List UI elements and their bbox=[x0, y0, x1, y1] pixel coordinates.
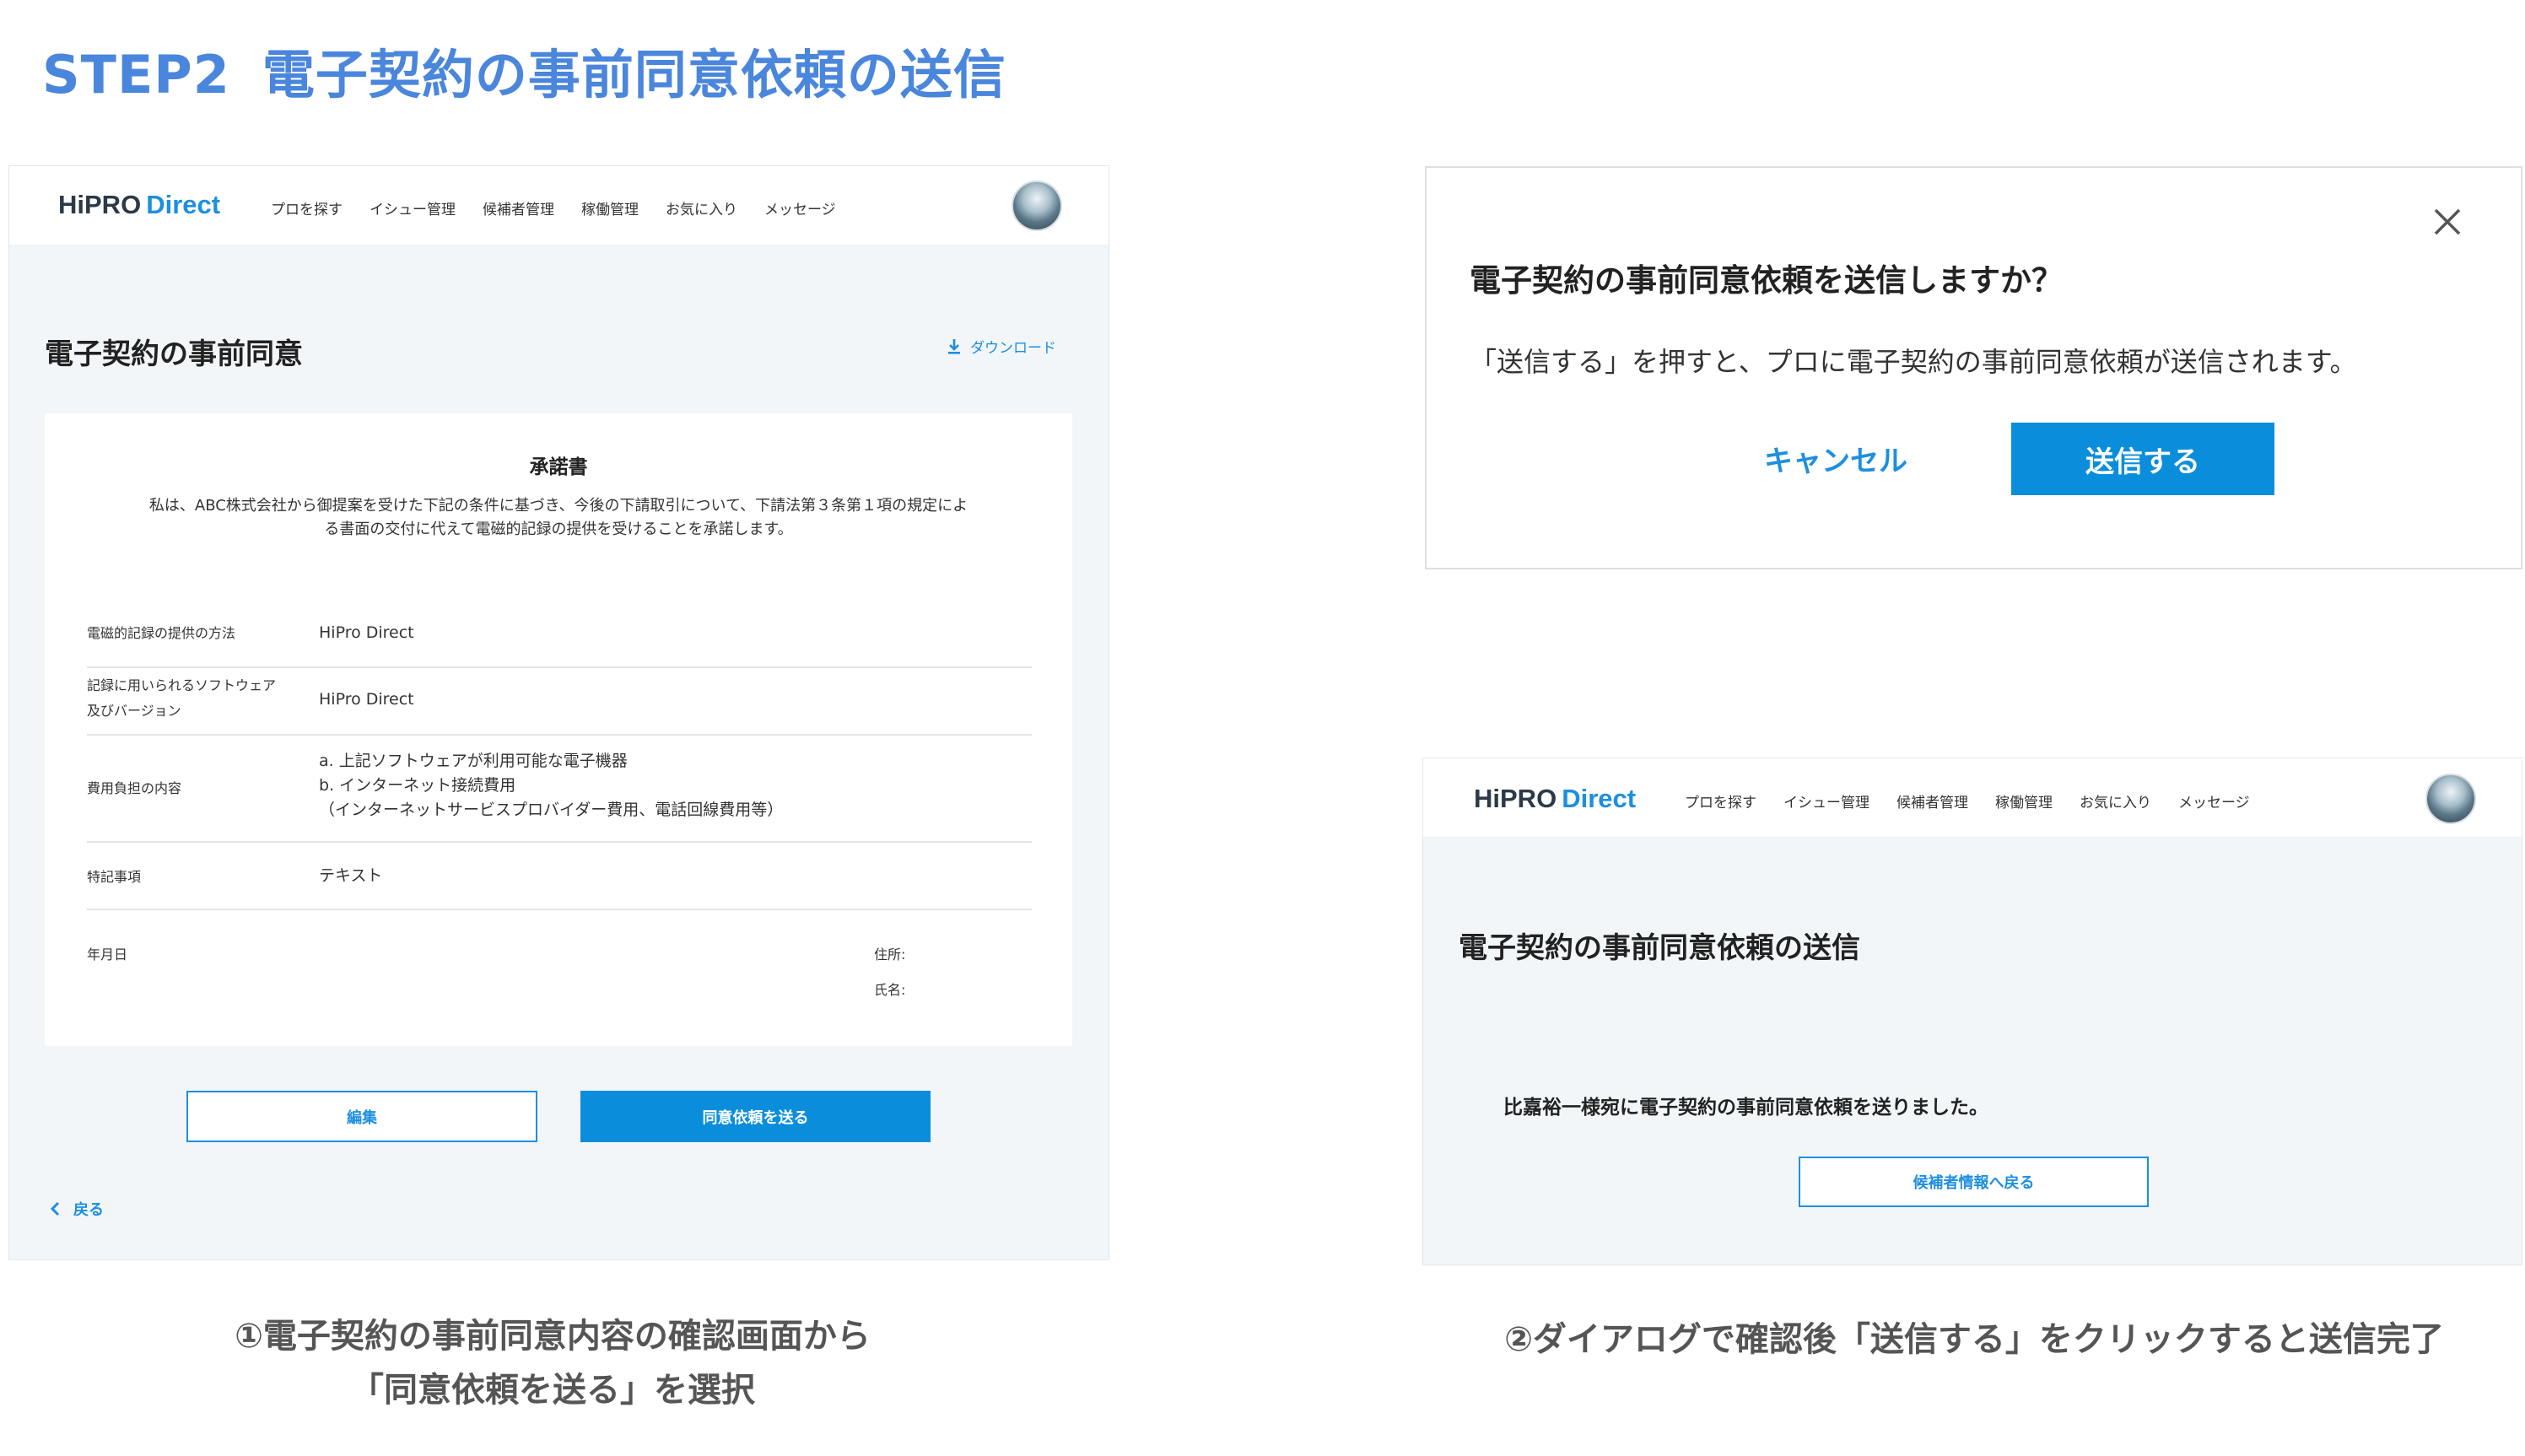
page-title: 電子契約の事前同意 bbox=[45, 337, 303, 371]
nav-item-operations[interactable]: 稼働管理 bbox=[1995, 790, 2053, 812]
logo-text-dark: HiPRO bbox=[58, 190, 142, 219]
address-label: 住所: bbox=[874, 946, 906, 963]
doc-row-costs: 費用負担の内容 a. 上記ソフトウェアが利用可能な電子機器 b. インターネット… bbox=[87, 736, 1032, 843]
row-value: テキスト bbox=[319, 866, 383, 885]
row-label: 電磁的記録の提供の方法 bbox=[87, 625, 236, 641]
nav-item-find-pro[interactable]: プロを探す bbox=[271, 197, 343, 218]
send-button[interactable]: 送信する bbox=[2011, 423, 2274, 495]
step-number: STEP2 bbox=[42, 44, 230, 105]
edit-button[interactable]: 編集 bbox=[186, 1091, 537, 1142]
download-icon bbox=[948, 338, 960, 354]
nav-menu: プロを探す イシュー管理 候補者管理 稼働管理 お気に入り メッセージ bbox=[1685, 790, 2277, 812]
row-value-line-2: b. インターネット接続費用 bbox=[319, 776, 516, 795]
document-title: 承諾書 bbox=[529, 456, 588, 478]
intro-line-2: る書面の交付に代えて電磁的記録の提供を受けることを承諾します。 bbox=[324, 520, 793, 538]
logo-text-blue: Direct bbox=[1562, 784, 1637, 813]
row-value: HiPro Direct bbox=[319, 690, 414, 709]
nav-item-favorites[interactable]: お気に入り bbox=[666, 197, 737, 218]
row-label: 費用負担の内容 bbox=[87, 780, 182, 796]
step-title: STEP2 電子契約の事前同意依頼の送信 bbox=[42, 32, 1006, 108]
consent-screen: HiPRO Direct プロを探す イシュー管理 候補者管理 稼働管理 お気に入… bbox=[8, 165, 1109, 1260]
document-intro: 私は、ABC株式会社から御提案を受けた下記の条件に基づき、今後の下請取引について… bbox=[92, 494, 1025, 542]
nav-item-find-pro[interactable]: プロを探す bbox=[1685, 790, 1756, 812]
back-link-label: 戻る bbox=[73, 1201, 104, 1219]
nav-item-candidates[interactable]: 候補者管理 bbox=[1896, 790, 1968, 812]
row-value-line-3: （インターネットサービスプロバイダー費用、電話回線費用等） bbox=[319, 801, 784, 819]
cancel-button[interactable]: キャンセル bbox=[1730, 421, 1941, 495]
nav-item-operations[interactable]: 稼働管理 bbox=[581, 197, 639, 218]
nav-item-messages[interactable]: メッセージ bbox=[764, 197, 836, 218]
row-label-line-2: 及びバージョン bbox=[87, 703, 181, 719]
completion-message: 比嘉裕一様宛に電子契約の事前同意依頼を送りました。 bbox=[1503, 1097, 1988, 1119]
close-icon[interactable] bbox=[2431, 205, 2464, 239]
row-value: HiPro Direct bbox=[319, 623, 414, 642]
hipro-logo[interactable]: HiPRO Direct bbox=[58, 190, 220, 220]
row-value-line-1: a. 上記ソフトウェアが利用可能な電子機器 bbox=[319, 752, 628, 770]
doc-row-notes: 特記事項 テキスト bbox=[87, 843, 1032, 910]
name-label: 氏名: bbox=[874, 982, 906, 998]
logo-text-dark: HiPRO bbox=[1474, 784, 1557, 813]
step-heading: 電子契約の事前同意依頼の送信 bbox=[262, 44, 1006, 105]
caption-right: ②ダイアログで確認後「送信する」をクリックすると送信完了 bbox=[1504, 1320, 2444, 1359]
dialog-message: 「送信する」を押すと、プロに電子契約の事前同意依頼が送信されます。 bbox=[1470, 346, 2357, 378]
download-link[interactable]: ダウンロード bbox=[947, 336, 1056, 357]
logo-text-blue: Direct bbox=[146, 190, 221, 219]
complete-screen: HiPRO Direct プロを探す イシュー管理 候補者管理 稼働管理 お気に入… bbox=[1422, 758, 2522, 1265]
doc-row-method: 電磁的記録の提供の方法 HiPro Direct bbox=[87, 601, 1032, 668]
nav-item-messages[interactable]: メッセージ bbox=[2178, 790, 2250, 812]
user-avatar[interactable] bbox=[1012, 181, 1062, 231]
back-link[interactable]: 戻る bbox=[50, 1198, 104, 1220]
doc-row-software: 記録に用いられるソフトウェア 及びバージョン HiPro Direct bbox=[87, 668, 1032, 736]
caption-left-line-1: ①電子契約の事前同意内容の確認画面から bbox=[235, 1317, 871, 1356]
user-avatar[interactable] bbox=[2425, 774, 2476, 824]
consent-document: 承諾書 私は、ABC株式会社から御提案を受けた下記の条件に基づき、今後の下請取引… bbox=[45, 413, 1072, 1046]
row-label: 特記事項 bbox=[87, 869, 142, 885]
nav-item-issues[interactable]: イシュー管理 bbox=[370, 197, 456, 218]
chevron-left-icon bbox=[50, 1201, 60, 1216]
download-label: ダウンロード bbox=[970, 340, 1056, 357]
nav-item-candidates[interactable]: 候補者管理 bbox=[483, 197, 554, 218]
confirm-dialog: 電子契約の事前同意依頼を送信しますか？ 「送信する」を押すと、プロに電子契約の事… bbox=[1425, 166, 2522, 569]
nav-item-favorites[interactable]: お気に入り bbox=[2080, 790, 2151, 812]
nav-item-issues[interactable]: イシュー管理 bbox=[1783, 790, 1869, 812]
date-label: 年月日 bbox=[87, 946, 128, 963]
back-to-candidate-button[interactable]: 候補者情報へ戻る bbox=[1799, 1157, 2149, 1207]
caption-left: ①電子契約の事前同意内容の確認画面から 「同意依頼を送る」を選択 bbox=[93, 1309, 1012, 1417]
top-nav: HiPRO Direct プロを探す イシュー管理 候補者管理 稼働管理 お気に入… bbox=[1423, 758, 2522, 837]
nav-menu: プロを探す イシュー管理 候補者管理 稼働管理 お気に入り メッセージ bbox=[271, 197, 863, 218]
dialog-title: 電子契約の事前同意依頼を送信しますか？ bbox=[1470, 262, 2063, 299]
row-label-line-1: 記録に用いられるソフトウェア bbox=[87, 677, 277, 693]
caption-left-line-2: 「同意依頼を送る」を選択 bbox=[350, 1371, 755, 1410]
send-request-button[interactable]: 同意依頼を送る bbox=[580, 1091, 931, 1142]
intro-line-1: 私は、ABC株式会社から御提案を受けた下記の条件に基づき、今後の下請取引について… bbox=[148, 497, 968, 515]
page-title: 電子契約の事前同意依頼の送信 bbox=[1459, 931, 1860, 965]
top-nav: HiPRO Direct プロを探す イシュー管理 候補者管理 稼働管理 お気に入… bbox=[9, 166, 1109, 245]
hipro-logo[interactable]: HiPRO Direct bbox=[1474, 784, 1636, 814]
